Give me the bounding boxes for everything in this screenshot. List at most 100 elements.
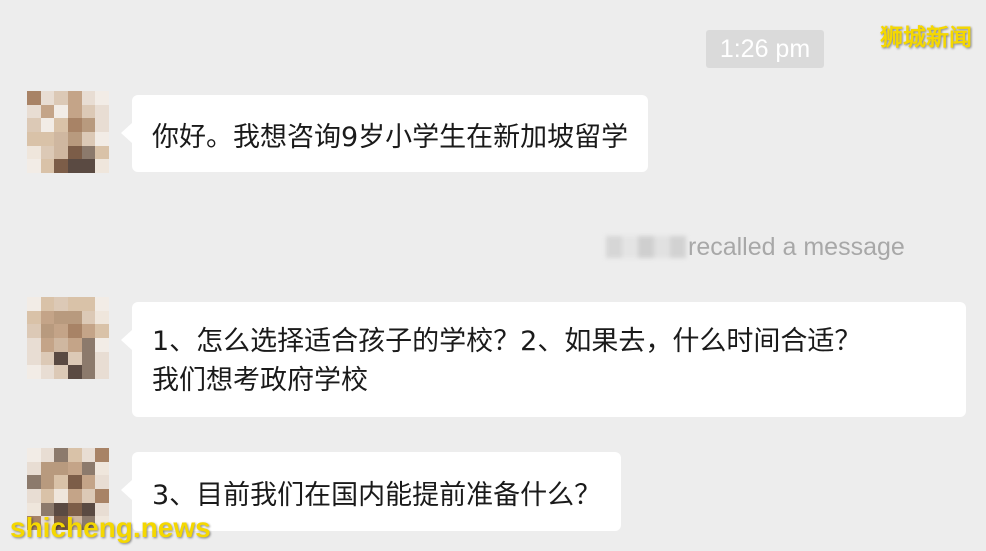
avatar-pixel	[68, 297, 82, 311]
message-timestamp: 1:26 pm	[706, 30, 824, 68]
avatar-pixel	[40, 475, 55, 489]
avatar-pixel	[27, 448, 41, 462]
avatar-pixel	[54, 118, 68, 132]
message-text: 3、目前我们在国内能提前准备什么？	[152, 480, 602, 511]
avatar-pixel	[81, 104, 96, 119]
avatar-pixel	[68, 338, 82, 352]
avatar-pixel	[54, 310, 68, 325]
message-text: 1、怎么选择适合孩子的学校？2、如果去，什么时间合适？	[152, 326, 862, 357]
recall-text: recalled a message	[688, 232, 905, 261]
sender-avatar[interactable]	[27, 91, 109, 173]
avatar-pixel	[68, 475, 82, 489]
avatar-pixel	[54, 365, 68, 379]
avatar-pixel	[40, 297, 55, 311]
avatar-pixel	[81, 132, 96, 146]
message-text: 你好。我想咨询9岁小学生在新加坡留学	[152, 122, 629, 153]
sender-avatar[interactable]	[27, 297, 109, 379]
blurred-sender-name	[606, 236, 686, 258]
avatar-pixel	[54, 338, 68, 352]
avatar-pixel	[95, 448, 109, 462]
avatar-pixel	[81, 365, 96, 379]
avatar-pixel	[68, 365, 82, 379]
avatar-pixel	[68, 118, 82, 132]
avatar-pixel	[40, 448, 55, 462]
avatar-pixel	[95, 159, 109, 173]
avatar-pixel	[81, 461, 96, 476]
avatar-pixel	[40, 365, 55, 379]
avatar-pixel	[81, 91, 96, 105]
avatar-pixel	[81, 475, 96, 489]
avatar-pixel	[68, 145, 82, 160]
avatar-pixel	[27, 132, 41, 146]
watermark-site-url: shicheng.news	[10, 512, 211, 543]
avatar-pixel	[95, 297, 109, 311]
message-text: 我们想考政府学校	[152, 365, 368, 396]
avatar-pixel	[68, 489, 82, 503]
avatar-pixel	[27, 351, 41, 366]
avatar-pixel	[95, 461, 109, 476]
avatar-pixel	[40, 132, 55, 146]
avatar-pixel	[40, 489, 55, 503]
avatar-pixel	[54, 145, 68, 160]
avatar-pixel	[40, 159, 55, 173]
avatar-pixel	[40, 461, 55, 476]
avatar-pixel	[95, 104, 109, 119]
avatar-pixel	[27, 365, 41, 379]
avatar-pixel	[27, 338, 41, 352]
avatar-pixel	[40, 145, 55, 160]
avatar-pixel	[40, 118, 55, 132]
avatar-pixel	[54, 448, 68, 462]
avatar-pixel	[27, 489, 41, 503]
avatar-pixel	[27, 104, 41, 119]
avatar-pixel	[40, 91, 55, 105]
avatar-pixel	[54, 159, 68, 173]
avatar-pixel	[81, 324, 96, 338]
avatar-pixel	[40, 104, 55, 119]
avatar-pixel	[81, 351, 96, 366]
avatar-pixel	[68, 324, 82, 338]
chat-bubble[interactable]: 你好。我想咨询9岁小学生在新加坡留学	[120, 95, 649, 172]
avatar-pixel	[95, 365, 109, 379]
avatar-pixel	[27, 310, 41, 325]
avatar-pixel	[54, 324, 68, 338]
avatar-pixel	[27, 91, 41, 105]
avatar-pixel	[95, 351, 109, 366]
avatar-pixel	[95, 118, 109, 132]
avatar-pixel	[68, 461, 82, 476]
recall-notice: recalled a message	[606, 229, 905, 265]
avatar-pixel	[95, 310, 109, 325]
avatar-pixel	[27, 145, 41, 160]
avatar-pixel	[68, 351, 82, 366]
avatar-pixel	[81, 145, 96, 160]
avatar-pixel	[81, 338, 96, 352]
avatar-pixel	[40, 310, 55, 325]
avatar-pixel	[68, 310, 82, 325]
avatar-pixel	[54, 489, 68, 503]
avatar-pixel	[95, 475, 109, 489]
avatar-pixel	[95, 132, 109, 146]
avatar-pixel	[95, 145, 109, 160]
avatar-pixel	[95, 338, 109, 352]
avatar-pixel	[95, 489, 109, 503]
avatar-pixel	[40, 324, 55, 338]
avatar-pixel	[81, 489, 96, 503]
avatar-pixel	[54, 297, 68, 311]
avatar-pixel	[27, 118, 41, 132]
avatar-pixel	[68, 91, 82, 105]
avatar-pixel	[27, 324, 41, 338]
chat-bubble[interactable]: 1、怎么选择适合孩子的学校？2、如果去，什么时间合适？ 我们想考政府学校	[121, 302, 966, 417]
avatar-pixel	[54, 461, 68, 476]
avatar-pixel	[54, 351, 68, 366]
avatar-pixel	[54, 104, 68, 119]
avatar-pixel	[54, 91, 68, 105]
avatar-pixel	[95, 91, 109, 105]
avatar-pixel	[54, 132, 68, 146]
avatar-pixel	[81, 118, 96, 132]
avatar-pixel	[68, 132, 82, 146]
watermark-logo-text: 狮城新闻	[880, 25, 972, 51]
avatar-pixel	[81, 159, 96, 173]
avatar-pixel	[40, 338, 55, 352]
avatar-pixel	[68, 448, 82, 462]
avatar-pixel	[81, 310, 96, 325]
avatar-pixel	[27, 475, 41, 489]
